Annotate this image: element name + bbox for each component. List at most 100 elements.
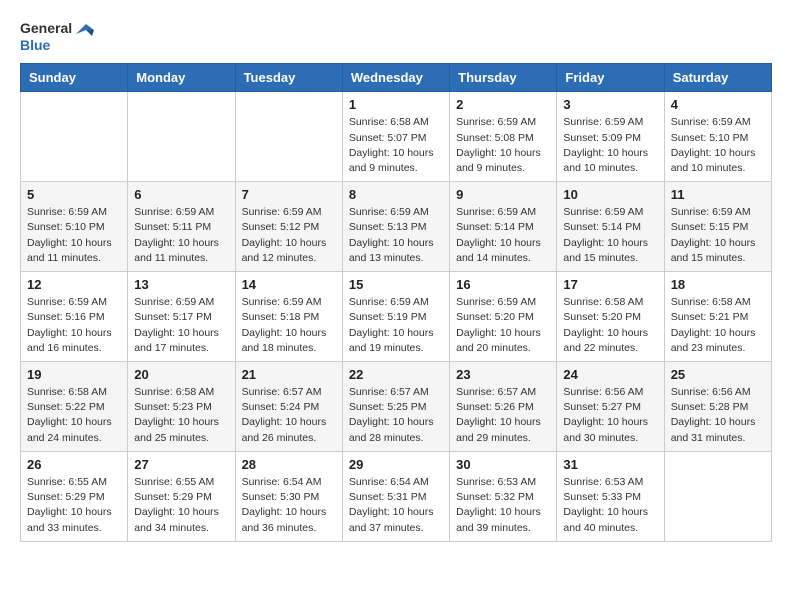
day-info: Sunrise: 6:59 AMSunset: 5:14 PMDaylight:… — [563, 205, 657, 266]
day-number: 26 — [27, 457, 121, 472]
day-number: 28 — [242, 457, 336, 472]
calendar-cell: 31Sunrise: 6:53 AMSunset: 5:33 PMDayligh… — [557, 451, 664, 541]
calendar-cell: 26Sunrise: 6:55 AMSunset: 5:29 PMDayligh… — [21, 451, 128, 541]
calendar-cell: 10 Sunrise: 6:59 AMSunset: 5:14 PMDayligh… — [557, 182, 664, 272]
day-number: 24 — [563, 367, 657, 382]
day-number: 17 — [563, 277, 657, 292]
calendar-week-row: 5Sunrise: 6:59 AMSunset: 5:10 PMDaylight… — [21, 182, 772, 272]
calendar-cell — [235, 92, 342, 182]
page-header: General Blue — [20, 20, 772, 53]
calendar-week-row: 12 Sunrise: 6:59 AMSunset: 5:16 PMDayligh… — [21, 272, 772, 362]
day-number: 1 — [349, 97, 443, 112]
day-info: Sunrise: 6:53 AMSunset: 5:32 PMDaylight:… — [456, 475, 550, 536]
calendar-cell: 17 Sunrise: 6:58 AMSunset: 5:20 PMDayligh… — [557, 272, 664, 362]
weekday-header-monday: Monday — [128, 64, 235, 92]
day-info: Sunrise: 6:58 AMSunset: 5:07 PMDaylight:… — [349, 115, 443, 176]
day-number: 10 — [563, 187, 657, 202]
logo-bird-icon — [74, 20, 96, 38]
day-number: 29 — [349, 457, 443, 472]
calendar-cell: 12 Sunrise: 6:59 AMSunset: 5:16 PMDayligh… — [21, 272, 128, 362]
day-number: 8 — [349, 187, 443, 202]
calendar-week-row: 1 Sunrise: 6:58 AMSunset: 5:07 PMDaylight… — [21, 92, 772, 182]
calendar-cell: 18 Sunrise: 6:58 AMSunset: 5:21 PMDayligh… — [664, 272, 771, 362]
day-number: 18 — [671, 277, 765, 292]
day-number: 5 — [27, 187, 121, 202]
day-info: Sunrise: 6:59 AMSunset: 5:20 PMDaylight:… — [456, 295, 550, 356]
day-number: 11 — [671, 187, 765, 202]
calendar-cell — [128, 92, 235, 182]
day-number: 20 — [134, 367, 228, 382]
calendar-cell: 5Sunrise: 6:59 AMSunset: 5:10 PMDaylight… — [21, 182, 128, 272]
day-info: Sunrise: 6:59 AMSunset: 5:16 PMDaylight:… — [27, 295, 121, 356]
day-number: 21 — [242, 367, 336, 382]
calendar-table: SundayMondayTuesdayWednesdayThursdayFrid… — [20, 63, 772, 541]
day-info: Sunrise: 6:56 AMSunset: 5:27 PMDaylight:… — [563, 385, 657, 446]
calendar-cell: 23Sunrise: 6:57 AMSunset: 5:26 PMDayligh… — [450, 362, 557, 452]
calendar-cell: 14 Sunrise: 6:59 AMSunset: 5:18 PMDayligh… — [235, 272, 342, 362]
day-number: 2 — [456, 97, 550, 112]
day-info: Sunrise: 6:59 AMSunset: 5:14 PMDaylight:… — [456, 205, 550, 266]
day-number: 9 — [456, 187, 550, 202]
day-number: 3 — [563, 97, 657, 112]
calendar-cell: 13 Sunrise: 6:59 AMSunset: 5:17 PMDayligh… — [128, 272, 235, 362]
day-number: 19 — [27, 367, 121, 382]
day-info: Sunrise: 6:54 AMSunset: 5:31 PMDaylight:… — [349, 475, 443, 536]
day-info: Sunrise: 6:59 AMSunset: 5:09 PMDaylight:… — [563, 115, 657, 176]
day-number: 13 — [134, 277, 228, 292]
calendar-cell: 15Sunrise: 6:59 AMSunset: 5:19 PMDayligh… — [342, 272, 449, 362]
day-info: Sunrise: 6:59 AMSunset: 5:10 PMDaylight:… — [671, 115, 765, 176]
day-info: Sunrise: 6:57 AMSunset: 5:24 PMDaylight:… — [242, 385, 336, 446]
calendar-cell: 30 Sunrise: 6:53 AMSunset: 5:32 PMDayligh… — [450, 451, 557, 541]
day-number: 4 — [671, 97, 765, 112]
calendar-week-row: 19Sunrise: 6:58 AMSunset: 5:22 PMDayligh… — [21, 362, 772, 452]
day-number: 30 — [456, 457, 550, 472]
day-number: 22 — [349, 367, 443, 382]
day-info: Sunrise: 6:57 AMSunset: 5:25 PMDaylight:… — [349, 385, 443, 446]
day-number: 6 — [134, 187, 228, 202]
day-info: Sunrise: 6:59 AMSunset: 5:08 PMDaylight:… — [456, 115, 550, 176]
day-info: Sunrise: 6:59 AMSunset: 5:15 PMDaylight:… — [671, 205, 765, 266]
calendar-cell: 16 Sunrise: 6:59 AMSunset: 5:20 PMDayligh… — [450, 272, 557, 362]
day-number: 27 — [134, 457, 228, 472]
day-info: Sunrise: 6:59 AMSunset: 5:18 PMDaylight:… — [242, 295, 336, 356]
calendar-cell: 6Sunrise: 6:59 AMSunset: 5:11 PMDaylight… — [128, 182, 235, 272]
calendar-cell: 25 Sunrise: 6:56 AMSunset: 5:28 PMDayligh… — [664, 362, 771, 452]
logo: General Blue — [20, 20, 96, 53]
calendar-cell: 7Sunrise: 6:59 AMSunset: 5:12 PMDaylight… — [235, 182, 342, 272]
weekday-header-sunday: Sunday — [21, 64, 128, 92]
day-info: Sunrise: 6:57 AMSunset: 5:26 PMDaylight:… — [456, 385, 550, 446]
day-number: 25 — [671, 367, 765, 382]
weekday-header-tuesday: Tuesday — [235, 64, 342, 92]
day-info: Sunrise: 6:58 AMSunset: 5:20 PMDaylight:… — [563, 295, 657, 356]
calendar-cell: 27 Sunrise: 6:55 AMSunset: 5:29 PMDayligh… — [128, 451, 235, 541]
calendar-cell: 4 Sunrise: 6:59 AMSunset: 5:10 PMDaylight… — [664, 92, 771, 182]
day-number: 16 — [456, 277, 550, 292]
day-info: Sunrise: 6:58 AMSunset: 5:23 PMDaylight:… — [134, 385, 228, 446]
calendar-cell: 11 Sunrise: 6:59 AMSunset: 5:15 PMDayligh… — [664, 182, 771, 272]
day-info: Sunrise: 6:59 AMSunset: 5:13 PMDaylight:… — [349, 205, 443, 266]
weekday-header-thursday: Thursday — [450, 64, 557, 92]
weekday-header-row: SundayMondayTuesdayWednesdayThursdayFrid… — [21, 64, 772, 92]
calendar-cell: 2 Sunrise: 6:59 AMSunset: 5:08 PMDaylight… — [450, 92, 557, 182]
day-info: Sunrise: 6:56 AMSunset: 5:28 PMDaylight:… — [671, 385, 765, 446]
day-number: 14 — [242, 277, 336, 292]
calendar-cell: 21 Sunrise: 6:57 AMSunset: 5:24 PMDayligh… — [235, 362, 342, 452]
calendar-cell: 19Sunrise: 6:58 AMSunset: 5:22 PMDayligh… — [21, 362, 128, 452]
day-info: Sunrise: 6:58 AMSunset: 5:21 PMDaylight:… — [671, 295, 765, 356]
calendar-cell: 9 Sunrise: 6:59 AMSunset: 5:14 PMDaylight… — [450, 182, 557, 272]
day-info: Sunrise: 6:55 AMSunset: 5:29 PMDaylight:… — [134, 475, 228, 536]
day-info: Sunrise: 6:59 AMSunset: 5:12 PMDaylight:… — [242, 205, 336, 266]
day-info: Sunrise: 6:54 AMSunset: 5:30 PMDaylight:… — [242, 475, 336, 536]
day-info: Sunrise: 6:59 AMSunset: 5:17 PMDaylight:… — [134, 295, 228, 356]
calendar-cell: 29 Sunrise: 6:54 AMSunset: 5:31 PMDayligh… — [342, 451, 449, 541]
calendar-cell: 28 Sunrise: 6:54 AMSunset: 5:30 PMDayligh… — [235, 451, 342, 541]
calendar-cell: 24 Sunrise: 6:56 AMSunset: 5:27 PMDayligh… — [557, 362, 664, 452]
calendar-cell: 1 Sunrise: 6:58 AMSunset: 5:07 PMDaylight… — [342, 92, 449, 182]
calendar-cell — [21, 92, 128, 182]
calendar-cell — [664, 451, 771, 541]
day-number: 12 — [27, 277, 121, 292]
calendar-cell: 20 Sunrise: 6:58 AMSunset: 5:23 PMDayligh… — [128, 362, 235, 452]
day-number: 15 — [349, 277, 443, 292]
logo-general: General — [20, 21, 72, 36]
day-number: 31 — [563, 457, 657, 472]
